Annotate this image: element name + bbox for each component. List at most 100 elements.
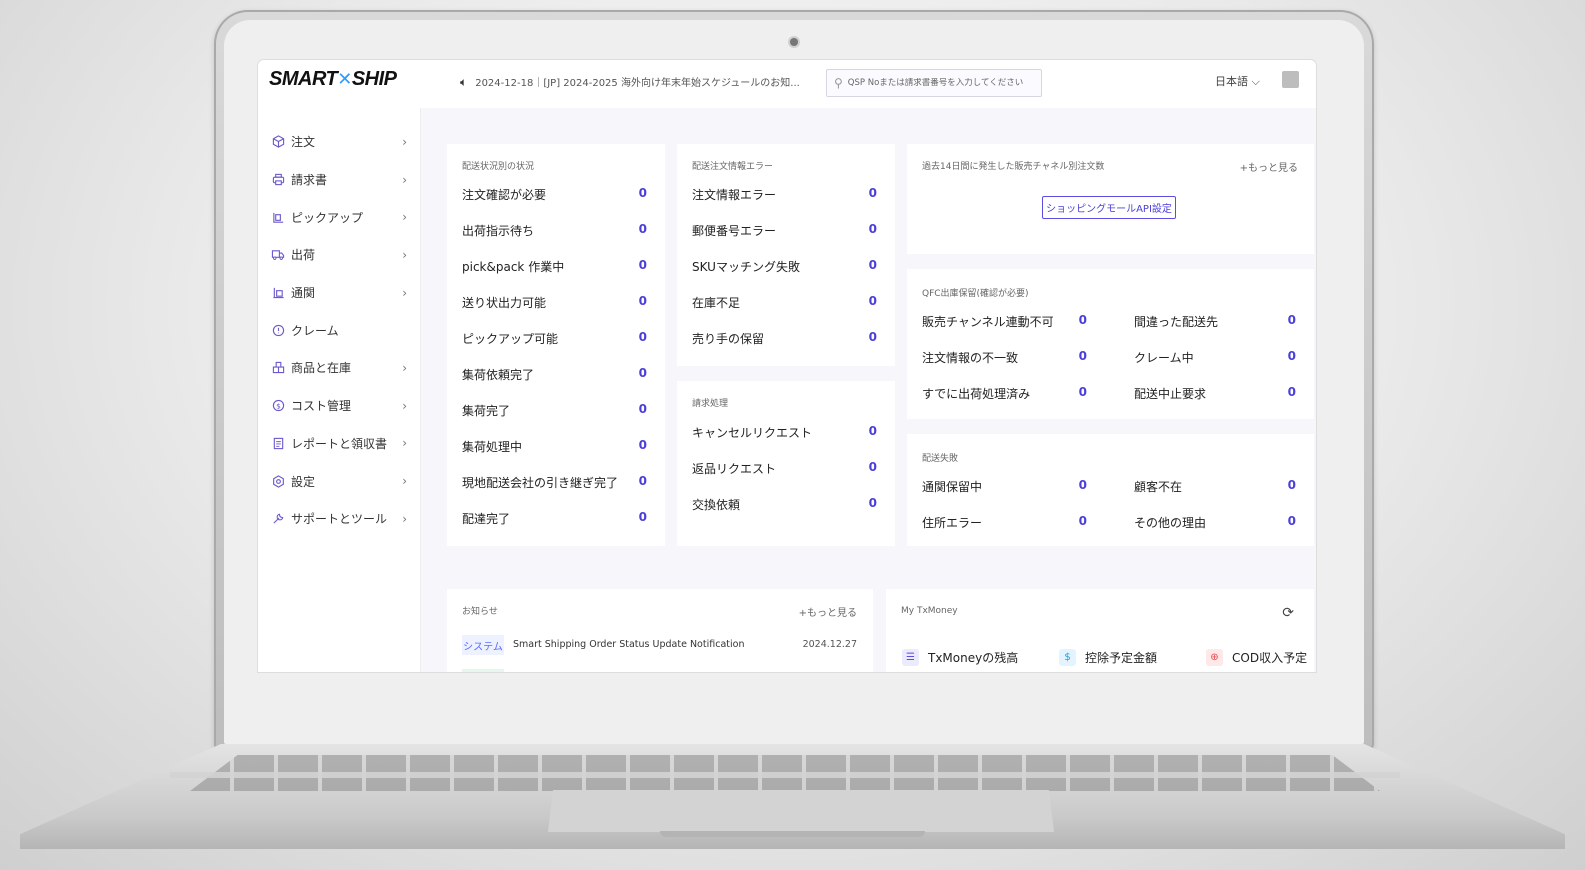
top-bar: 🔈︎ 2024-12-18｜[JP] 2024-2025 海外向け年末年始スケジュ… xyxy=(420,60,1316,108)
report-icon xyxy=(271,436,285,450)
row-label: 集荷完了 xyxy=(462,404,511,418)
shipping-status-card: 配送状況別の状況 注文確認が必要 0 出荷指示待ち 0 pick&pack 作業中 0… xyxy=(447,144,665,546)
channel-orders-card: 過去14日間に発生した販売チャネル別注文数 +もっと見る ショッピングモールAP… xyxy=(907,144,1314,254)
txmoney-cod[interactable]: ⊕ COD収入予定 xyxy=(1206,649,1307,666)
row-count: 0 xyxy=(1287,478,1296,492)
qfc-row[interactable]: すでに出荷処理済み 0 xyxy=(922,385,1087,403)
delivery-failed-card: 配送失敗 通関保留中 0 顧客不在 0 住所エラー 0 その他の理由 0 xyxy=(907,434,1314,546)
sidebar-item-label: レポートと領収書 xyxy=(291,436,388,451)
row-label: 販売チャンネル連動不可 xyxy=(922,315,1054,329)
row-label: 顧客不在 xyxy=(1134,480,1183,494)
sidebar-item-label: 商品と在庫 xyxy=(291,361,352,376)
row-count: 0 xyxy=(1078,313,1087,327)
claim-row[interactable]: 交換依頼 0 xyxy=(692,496,877,514)
row-label: 出荷指示待ち xyxy=(462,224,535,238)
claim-row[interactable]: キャンセルリクエスト 0 xyxy=(692,424,877,442)
fail-row[interactable]: 通関保留中 0 xyxy=(922,478,1087,496)
tools-icon xyxy=(271,512,285,526)
sidebar-item-invoice[interactable]: 請求書 › xyxy=(258,161,420,199)
more-link[interactable]: +もっと見る xyxy=(799,604,857,619)
dashboard: 配送状況別の状況 注文確認が必要 0 出荷指示待ち 0 pick&pack 作業中 0… xyxy=(420,108,1316,672)
qfc-row[interactable]: 販売チャンネル連動不可 0 xyxy=(922,313,1087,331)
sidebar-item-label: 通関 xyxy=(291,286,316,301)
sidebar-item-customs[interactable]: 通関 › xyxy=(258,274,420,312)
sidebar-item-label: クレーム xyxy=(291,323,339,338)
row-count: 0 xyxy=(638,294,647,308)
row-label: 返品リクエスト xyxy=(692,462,777,476)
fail-row[interactable]: その他の理由 0 xyxy=(1134,514,1296,532)
news-title-link[interactable]: Smart Shipping Order Status Update Notif… xyxy=(513,639,744,650)
error-row[interactable]: 郵便番号エラー 0 xyxy=(692,222,877,240)
row-count: 0 xyxy=(868,258,877,272)
qfc-row[interactable]: 間違った配送先 0 xyxy=(1134,313,1296,331)
customs-icon xyxy=(271,286,285,300)
status-row[interactable]: 送り状出力可能 0 xyxy=(462,294,647,312)
chevron-right-icon: › xyxy=(402,134,407,149)
chevron-right-icon: › xyxy=(402,172,407,187)
sidebar-item-label: 設定 xyxy=(291,474,316,489)
qfc-row[interactable]: 注文情報の不一致 0 xyxy=(922,349,1087,367)
fail-row[interactable]: 住所エラー 0 xyxy=(922,514,1087,532)
status-row[interactable]: 集荷依頼完了 0 xyxy=(462,366,647,384)
sidebar-item-support[interactable]: サポートとツール › xyxy=(258,500,420,538)
txmoney-deduction[interactable]: $ 控除予定金額 xyxy=(1059,649,1157,666)
more-link[interactable]: +もっと見る xyxy=(1240,159,1298,174)
qfc-row[interactable]: クレーム中 0 xyxy=(1134,349,1296,367)
error-row[interactable]: 注文情報エラー 0 xyxy=(692,186,877,204)
message-icon[interactable] xyxy=(1282,71,1299,88)
sidebar-item-shipping[interactable]: 出荷 › xyxy=(258,236,420,274)
sidebar-item-settings[interactable]: 設定 › xyxy=(258,462,420,500)
sidebar-nav: 注文 › 請求書 › ピックアップ › 出荷 › 通関 › クレーム 商品と在庫 › $ コス… xyxy=(258,123,420,538)
row-count: 0 xyxy=(868,222,877,236)
chevron-right-icon: › xyxy=(402,436,407,451)
claim-row[interactable]: 返品リクエスト 0 xyxy=(692,460,877,478)
settings-icon xyxy=(271,474,285,488)
mall-api-settings-button[interactable]: ショッピングモールAPI設定 xyxy=(1042,196,1176,219)
cost-icon: $ xyxy=(271,399,285,413)
sidebar-item-inventory[interactable]: 商品と在庫 › xyxy=(258,349,420,387)
sidebar-item-order[interactable]: 注文 › xyxy=(258,123,420,161)
qfc-row[interactable]: 配送中止要求 0 xyxy=(1134,385,1296,403)
status-row[interactable]: 出荷指示待ち 0 xyxy=(462,222,647,240)
sidebar-item-claim[interactable]: クレーム xyxy=(258,311,420,349)
status-row[interactable]: pick&pack 作業中 0 xyxy=(462,258,647,276)
row-label: キャンセルリクエスト xyxy=(692,426,813,440)
txmoney-balance[interactable]: ☰ TxMoneyの残高 xyxy=(902,649,1018,666)
search-input[interactable] xyxy=(847,78,1033,88)
row-count: 0 xyxy=(638,474,647,488)
row-count: 0 xyxy=(638,258,647,272)
error-row[interactable]: 在庫不足 0 xyxy=(692,294,877,312)
status-row[interactable]: 集荷処理中 0 xyxy=(462,438,647,456)
row-label: 配送中止要求 xyxy=(1134,387,1207,401)
sidebar-item-pickup[interactable]: ピックアップ › xyxy=(258,198,420,236)
status-row[interactable]: 注文確認が必要 0 xyxy=(462,186,647,204)
row-count: 0 xyxy=(1078,514,1087,528)
notice-text: 2024-12-18｜[JP] 2024-2025 海外向け年末年始スケジュール… xyxy=(475,78,800,89)
status-row[interactable]: 集荷完了 0 xyxy=(462,402,647,420)
search-box[interactable]: ⚲ xyxy=(826,69,1042,97)
search-icon: ⚲ xyxy=(834,76,843,90)
sidebar-item-label: コスト管理 xyxy=(291,399,352,414)
error-row[interactable]: 売り手の保留 0 xyxy=(692,330,877,348)
sidebar-item-label: サポートとツール xyxy=(291,512,388,527)
plus-circle-icon: ⊕ xyxy=(1206,649,1223,666)
brand-logo[interactable]: SMART✕SHIP xyxy=(269,68,397,91)
sidebar-item-report[interactable]: レポートと領収書 › xyxy=(258,425,420,463)
notice-banner[interactable]: 🔈︎ 2024-12-18｜[JP] 2024-2025 海外向け年末年始スケジュ… xyxy=(460,74,800,90)
status-row[interactable]: ピックアップ可能 0 xyxy=(462,330,647,348)
chevron-right-icon: › xyxy=(402,511,407,526)
status-row[interactable]: 現地配送会社の引き継ぎ完了 0 xyxy=(462,474,647,492)
status-row[interactable]: 配達完了 0 xyxy=(462,510,647,528)
error-row[interactable]: SKUマッチング失敗 0 xyxy=(692,258,877,276)
card-title: 請求処理 xyxy=(692,399,729,409)
row-count: 0 xyxy=(1287,349,1296,363)
card-title: 配送状況別の状況 xyxy=(462,162,535,172)
language-selector[interactable]: 日本語 ⌵ xyxy=(1215,73,1260,89)
fail-row[interactable]: 顧客不在 0 xyxy=(1134,478,1296,496)
row-count: 0 xyxy=(868,330,877,344)
truck-icon xyxy=(271,248,285,262)
money-label: TxMoneyの残高 xyxy=(928,651,1019,665)
sidebar-item-cost[interactable]: $ コスト管理 › xyxy=(258,387,420,425)
refresh-icon[interactable]: ⟳ xyxy=(1282,605,1294,621)
row-label: クレーム中 xyxy=(1134,351,1194,365)
